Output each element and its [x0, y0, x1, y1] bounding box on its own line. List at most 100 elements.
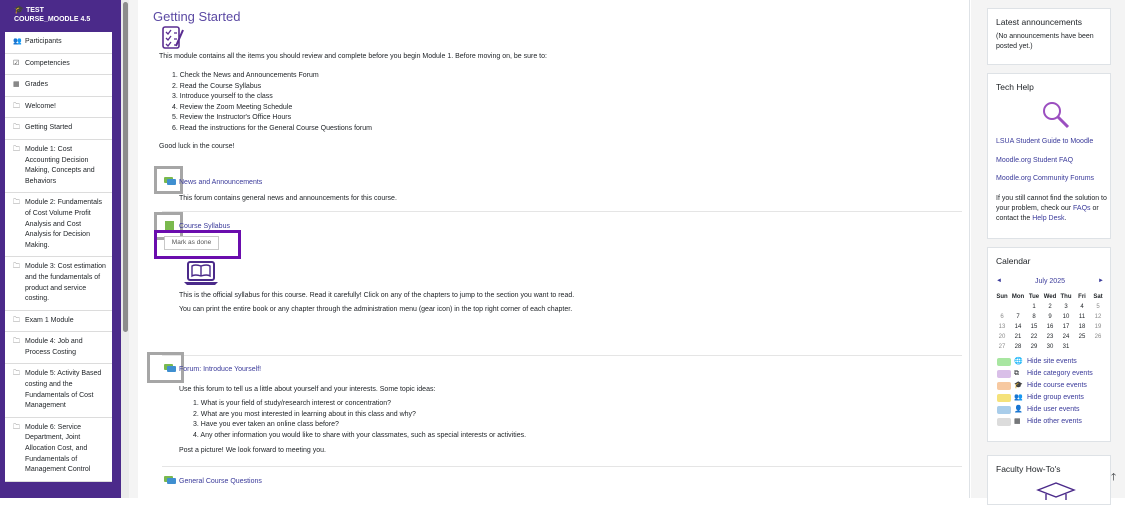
calendar-day[interactable]: 26	[1090, 332, 1106, 342]
introduce-forum-link[interactable]: Forum: Introduce Yourself!	[179, 366, 261, 373]
step-item: 3. Introduce yourself to the class	[172, 93, 273, 100]
syllabus-description-2: You can print the entire book or any cha…	[179, 306, 573, 313]
announcements-title: Latest announcements	[996, 17, 1083, 27]
event-filter-label: Hide other events	[1027, 418, 1082, 425]
mark-as-done-button[interactable]: Mark as done	[164, 236, 219, 250]
sidebar-item[interactable]: 🗀 Getting Started	[5, 118, 112, 140]
folder-icon: 🗀	[13, 199, 20, 207]
course-index: 👥 Participants ☑ Competencies ▦ Grades 🗀 Welcom…	[5, 32, 112, 482]
course-title[interactable]: 🎓 TEST COURSE_MOODLE 4.5	[14, 5, 114, 24]
calendar-day[interactable]: 22	[1026, 332, 1042, 342]
sidebar-item[interactable]: 👥 Participants	[5, 32, 112, 54]
calendar-week: 20 21 22 23 24 25 26	[994, 332, 1106, 342]
step-item: 5. Review the Instructor's Office Hours	[172, 114, 292, 121]
sidebar-item-label: Welcome!	[25, 102, 56, 110]
post-picture-text: Post a picture! We look forward to meeti…	[179, 447, 326, 454]
tech-help-link[interactable]: LSUA Student Guide to Moodle	[996, 138, 1094, 157]
event-filter-label: Hide course events	[1027, 382, 1087, 389]
sidebar-scrollbar-thumb[interactable]	[123, 2, 128, 332]
user-icon: 👤	[1014, 406, 1023, 413]
event-filter[interactable]: 🎓 Hide course events	[997, 380, 1110, 392]
calendar-day[interactable]: 19	[1090, 322, 1106, 332]
magnifier-icon	[1043, 102, 1070, 129]
calendar-day[interactable]: 2	[1042, 302, 1058, 312]
calendar-day[interactable]: 12	[1090, 312, 1106, 322]
event-filter[interactable]: ▦ Hide other events	[997, 416, 1110, 428]
eye-icon	[997, 358, 1011, 366]
calendar-day[interactable]: 20	[994, 332, 1010, 342]
topic-idea: 1. What is your field of study/research …	[193, 400, 392, 407]
back-to-top-icon[interactable]: 🡑	[1111, 470, 1116, 487]
sidebar-item[interactable]: 🗀 Module 1: Cost Accounting Decision Maki…	[5, 140, 112, 194]
calendar-day	[1090, 342, 1106, 352]
intro-text: This module contains all the items you s…	[159, 53, 547, 60]
sidebar-item[interactable]: 🗀 Module 4: Job and Process Costing	[5, 332, 112, 365]
calendar-day[interactable]: 17	[1058, 322, 1074, 332]
sidebar-item[interactable]: 🗀 Exam 1 Module	[5, 311, 112, 333]
step-item: 4. Review the Zoom Meeting Schedule	[172, 103, 293, 111]
help-text-end: .	[1064, 215, 1067, 222]
next-month-icon[interactable]: ►	[1098, 278, 1104, 284]
checklist-icon	[162, 26, 184, 49]
calendar-day[interactable]: 16	[1042, 322, 1058, 332]
calendar-day[interactable]: 29	[1026, 342, 1042, 352]
news-forum-link[interactable]: News and Announcements	[179, 179, 262, 186]
calendar-day[interactable]: 24	[1058, 332, 1074, 342]
topic-idea: 2. What are you most interested in learn…	[193, 410, 416, 418]
calendar-day[interactable]: 27	[994, 342, 1010, 352]
calendar-day[interactable]: 1	[1026, 302, 1042, 312]
calendar-day[interactable]: 11	[1074, 312, 1090, 322]
calendar-day[interactable]: 4	[1074, 302, 1090, 312]
event-filter[interactable]: ⧉ Hide category events	[997, 368, 1110, 380]
main-content: Getting Started This module contains all…	[138, 0, 970, 498]
sidebar-item[interactable]: ▦ Grades	[5, 75, 112, 97]
sidebar-item[interactable]: ☑ Competencies	[5, 54, 112, 76]
folder-icon: 🗀	[13, 124, 20, 132]
calendar-day[interactable]: 6	[994, 312, 1010, 322]
weekday-label: Wed	[1043, 294, 1057, 300]
folder-icon: 🗀	[13, 145, 20, 153]
syllabus-link[interactable]: Course Syllabus	[179, 223, 230, 230]
help-desk-link[interactable]: Help Desk	[1032, 215, 1064, 222]
sidebar-item-label: Participants	[25, 38, 62, 45]
sidebar-item-label: Exam 1 Module	[25, 316, 74, 324]
sidebar-item-label: Module 2: Fundamentals of Cost Volume Pr…	[25, 199, 103, 249]
calendar-day[interactable]: 18	[1074, 322, 1090, 332]
event-filter[interactable]: 👥 Hide group events	[997, 392, 1110, 404]
tech-help-link[interactable]: Moodle.org Student FAQ	[996, 157, 1094, 176]
event-filter[interactable]: 🌐 Hide site events	[997, 356, 1110, 368]
calendar-day[interactable]: 9	[1042, 312, 1058, 322]
sidebar-item[interactable]: 🗀 Module 3: Cost estimation and the funda…	[5, 257, 112, 311]
calendar-day[interactable]: 8	[1026, 312, 1042, 322]
current-month[interactable]: July 2025	[988, 278, 1112, 285]
calendar-day[interactable]: 21	[1010, 332, 1026, 342]
calendar-day[interactable]: 31	[1058, 342, 1074, 352]
calendar-week: 27 28 29 30 31	[994, 342, 1106, 352]
sidebar-item[interactable]: 🗀 Module 5: Activity Based costing and th…	[5, 364, 112, 418]
calendar-day[interactable]: 30	[1042, 342, 1058, 352]
weekday-label: Fri	[1078, 294, 1086, 300]
calendar-day[interactable]: 3	[1058, 302, 1074, 312]
calendar-day[interactable]: 5	[1090, 302, 1106, 312]
calendar-day[interactable]: 23	[1042, 332, 1058, 342]
sidebar-item[interactable]: 🗀 Module 2: Fundamentals of Cost Volume P…	[5, 193, 112, 258]
checkbox-icon: ☑	[13, 59, 20, 67]
tech-help-links: LSUA Student Guide to Moodle Moodle.org S…	[996, 138, 1094, 194]
course-sidebar: 🎓 TEST COURSE_MOODLE 4.5 👥 Participants ☑ Co…	[0, 0, 124, 498]
sidebar-item[interactable]: 🗀 Welcome!	[5, 97, 112, 119]
calendar-day[interactable]: 7	[1010, 312, 1026, 322]
event-filter[interactable]: 👤 Hide user events	[997, 404, 1110, 416]
faq-link[interactable]: FAQs	[1073, 205, 1091, 212]
event-filter-label: Hide site events	[1027, 358, 1077, 365]
tech-help-link[interactable]: Moodle.org Community Forums	[996, 175, 1094, 194]
weekday-label: Sat	[1093, 294, 1103, 300]
general-questions-link[interactable]: General Course Questions	[179, 478, 262, 485]
calendar-day[interactable]: 10	[1058, 312, 1074, 322]
folder-icon: 🗀	[13, 102, 20, 110]
sidebar-item[interactable]: 🗀 Module 6: Service Department, Joint All…	[5, 418, 112, 482]
calendar-day[interactable]: 13	[994, 322, 1010, 332]
calendar-day[interactable]: 25	[1074, 332, 1090, 342]
calendar-day[interactable]: 15	[1026, 322, 1042, 332]
calendar-day[interactable]: 14	[1010, 322, 1026, 332]
calendar-day[interactable]: 28	[1010, 342, 1026, 352]
